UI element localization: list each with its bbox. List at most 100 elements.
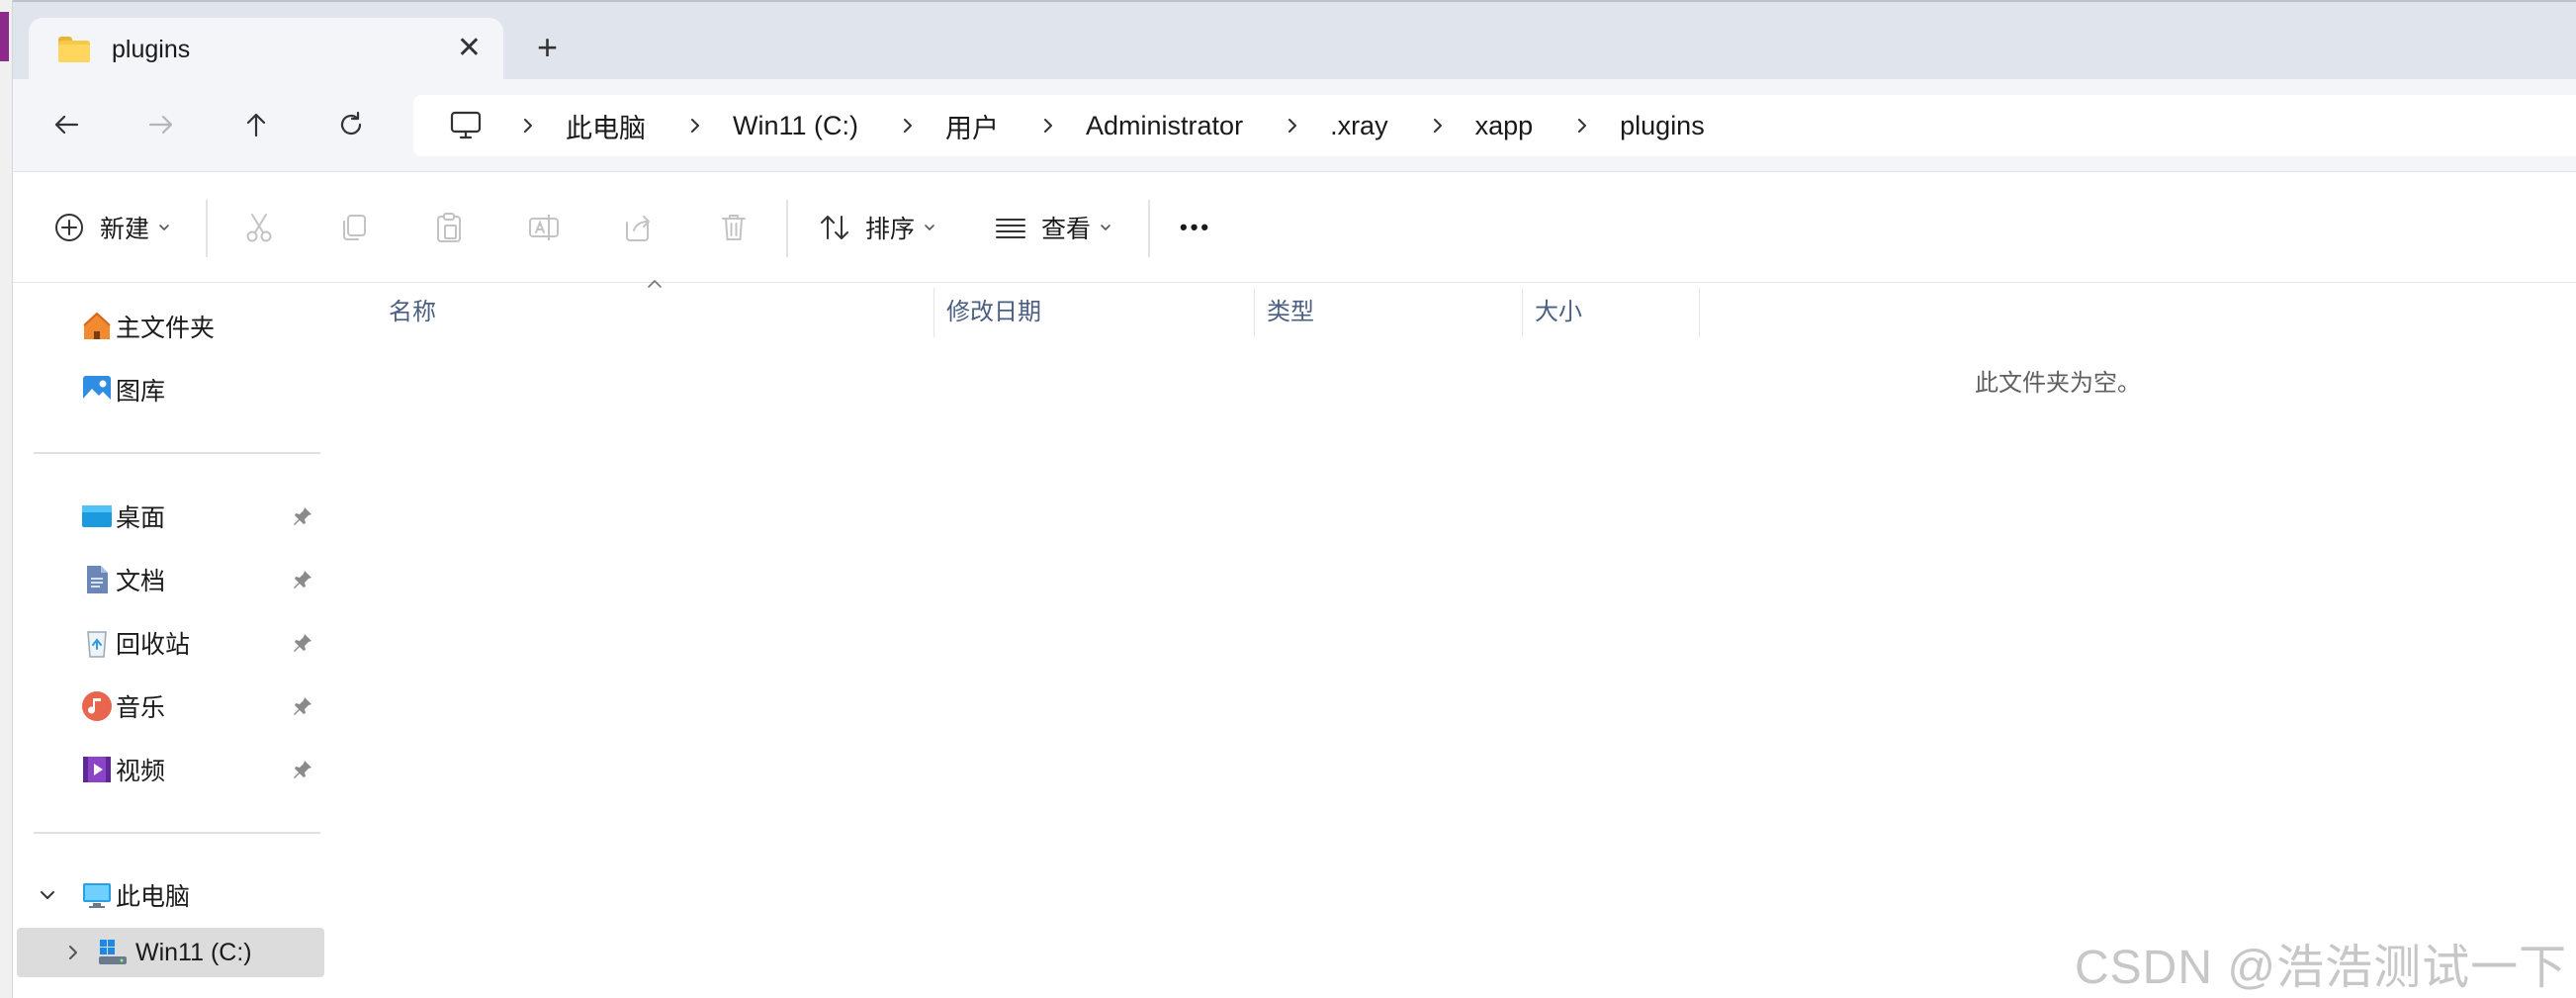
column-header-name[interactable]: 名称 — [389, 284, 436, 333]
breadcrumb-label: xapp — [1474, 110, 1534, 140]
videos-icon — [80, 753, 114, 786]
column-divider[interactable] — [933, 288, 934, 337]
rename-button[interactable] — [527, 202, 561, 253]
column-header-label: 类型 — [1267, 298, 1314, 325]
up-button[interactable] — [232, 101, 280, 148]
share-button[interactable] — [622, 202, 656, 253]
sidebar-item-recycle-bin[interactable]: 回收站 — [13, 618, 324, 668]
more-icon: ••• — [1180, 215, 1212, 239]
command-bar: 新建 排序 查看 ••• — [13, 172, 2576, 283]
breadcrumb-label: Win11 (C:) — [733, 110, 859, 140]
plus-circle-icon — [55, 214, 83, 241]
sidebar-item-label: 音乐 — [116, 694, 166, 722]
chevron-down-icon — [925, 225, 934, 230]
chevron-right-icon — [691, 119, 699, 133]
pin-icon[interactable] — [292, 569, 313, 590]
folder-icon — [58, 37, 90, 62]
pin-icon[interactable] — [292, 632, 313, 654]
column-header-label: 名称 — [389, 298, 436, 325]
sort-button[interactable]: 排序 — [818, 202, 936, 253]
more-options-button[interactable]: ••• — [1180, 202, 1211, 253]
navigation-bar: 此电脑 Win11 (C:) 用户 Administrator .xray xa… — [13, 79, 2576, 172]
pc-icon — [80, 878, 114, 912]
sidebar-item-drive-c[interactable]: Win11 (C:) — [17, 928, 324, 977]
chevron-down-icon[interactable] — [37, 884, 58, 906]
chevron-right-icon[interactable] — [62, 942, 84, 963]
chevron-right-icon — [1578, 119, 1587, 133]
chevron-down-icon — [1101, 225, 1110, 230]
back-button[interactable] — [43, 101, 90, 148]
sidebar-item-label: 回收站 — [116, 631, 191, 659]
sidebar-item-label: 桌面 — [116, 504, 166, 532]
column-header-label: 修改日期 — [946, 298, 1041, 325]
cut-button[interactable] — [242, 202, 276, 253]
paste-button[interactable] — [432, 202, 466, 253]
copy-icon — [343, 215, 366, 240]
view-button-label: 查看 — [1041, 216, 1092, 243]
view-button[interactable]: 查看 — [994, 202, 1112, 253]
sidebar-item-this-pc[interactable]: 此电脑 — [13, 870, 324, 920]
tab-plugins[interactable]: plugins ✕ — [29, 18, 503, 81]
sort-button-label: 排序 — [865, 216, 916, 243]
new-button[interactable]: 新建 — [52, 202, 171, 253]
sidebar-divider — [34, 452, 320, 454]
sidebar-item-label: 主文件夹 — [116, 315, 216, 342]
chevron-down-icon — [159, 225, 169, 230]
navigation-pane: 主文件夹 图库 桌面 文档 回收站 音乐 视频 此电脑 Win11 (C:) — [13, 284, 324, 998]
column-divider[interactable] — [1522, 288, 1523, 337]
new-tab-button[interactable]: + — [537, 30, 558, 65]
toolbar-divider — [786, 200, 788, 257]
list-view-icon — [996, 219, 1025, 238]
window-edge-accent — [0, 12, 9, 61]
sidebar-item-music[interactable]: 音乐 — [13, 681, 324, 731]
sidebar-item-gallery[interactable]: 图库 — [13, 365, 324, 414]
pin-icon[interactable] — [292, 759, 313, 780]
trash-icon — [722, 215, 746, 240]
column-divider[interactable] — [1254, 288, 1255, 337]
sidebar-item-home[interactable]: 主文件夹 — [13, 302, 324, 351]
breadcrumb-item[interactable]: .xray — [1243, 111, 1388, 141]
column-header-size[interactable]: 大小 — [1535, 284, 1582, 333]
sidebar-item-documents[interactable]: 文档 — [13, 555, 324, 604]
chevron-right-icon — [1044, 119, 1053, 133]
sidebar-item-videos[interactable]: 视频 — [13, 745, 324, 794]
forward-button[interactable] — [137, 101, 185, 148]
breadcrumb-item[interactable]: xapp — [1388, 110, 1534, 141]
sidebar-item-label: Win11 (C:) — [135, 938, 252, 966]
column-header-type[interactable]: 类型 — [1267, 284, 1314, 333]
rename-icon — [529, 215, 559, 240]
drive-icon — [96, 936, 130, 969]
sidebar-item-label: 图库 — [116, 378, 166, 406]
sidebar-item-label: 此电脑 — [116, 883, 191, 911]
desktop-icon — [80, 499, 114, 533]
arrow-up-icon — [246, 113, 266, 137]
breadcrumb-label: .xray — [1330, 110, 1388, 140]
refresh-icon — [340, 111, 362, 136]
breadcrumb-item[interactable]: 用户 — [858, 107, 999, 145]
sidebar-item-label: 文档 — [116, 568, 166, 595]
address-bar[interactable]: 此电脑 Win11 (C:) 用户 Administrator .xray xa… — [413, 95, 2576, 156]
breadcrumb-item[interactable]: Administrator — [999, 111, 1243, 141]
pin-icon[interactable] — [292, 695, 313, 717]
breadcrumb-label: 此电脑 — [566, 113, 646, 143]
breadcrumb-item[interactable]: Win11 (C:) — [646, 111, 858, 141]
scissors-icon — [246, 214, 272, 242]
breadcrumb-label: plugins — [1620, 110, 1705, 140]
share-icon — [626, 216, 650, 241]
empty-folder-message: 此文件夹为空。 — [1975, 370, 2141, 397]
delete-button[interactable] — [717, 202, 751, 253]
refresh-button[interactable] — [327, 101, 375, 148]
monitor-icon — [450, 111, 482, 139]
pin-icon[interactable] — [292, 505, 313, 527]
music-icon — [80, 689, 114, 723]
breadcrumb-item[interactable]: plugins — [1533, 111, 1705, 141]
breadcrumb-item[interactable]: 此电脑 — [483, 107, 646, 145]
sort-ascending-icon — [648, 280, 662, 288]
close-tab-icon[interactable]: ✕ — [457, 34, 482, 63]
chevron-right-icon — [904, 119, 913, 133]
column-header-date-modified[interactable]: 修改日期 — [946, 284, 1041, 333]
sort-icon — [821, 216, 848, 239]
column-divider[interactable] — [1699, 288, 1700, 337]
sidebar-item-desktop[interactable]: 桌面 — [13, 492, 324, 541]
copy-button[interactable] — [337, 202, 371, 253]
